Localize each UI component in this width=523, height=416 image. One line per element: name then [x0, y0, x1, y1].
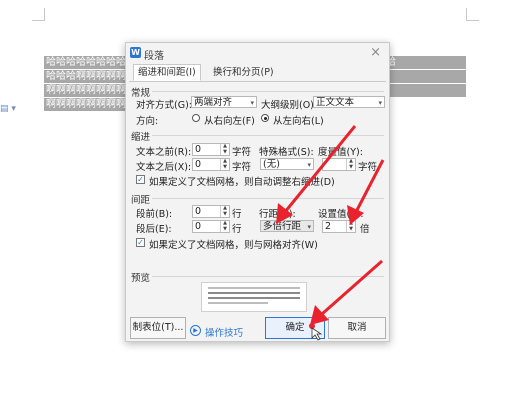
spacing-before-unit[interactable]: 行	[232, 206, 242, 220]
outline-level-label: 大纲级别(O):	[261, 100, 318, 111]
section-indent: 缩进	[131, 132, 151, 143]
stepper-arrows-icon[interactable]: ▲ ▼	[346, 220, 355, 232]
tab-line-page-breaks[interactable]: 换行和分页(P)	[209, 65, 278, 80]
wps-writer-icon: W	[130, 47, 141, 58]
section-spacing: 间距	[131, 195, 151, 206]
page-corner-top-right	[466, 8, 479, 21]
tab-stops-button[interactable]: 制表位(T)...	[130, 317, 186, 339]
set-value-label: 设置值(A):	[318, 209, 364, 220]
set-value-stepper[interactable]: 2 ▲ ▼	[322, 220, 356, 233]
chevron-down-icon: ▾	[378, 99, 382, 107]
indent-after-stepper[interactable]: 0 ▲ ▼	[192, 158, 230, 171]
snap-to-grid-label[interactable]: 如果定义了文档网格，则与网格对齐(W)	[149, 237, 318, 251]
page-corner-top-left	[32, 8, 45, 21]
spacing-before-label: 段前(B):	[136, 209, 173, 220]
special-format-value: (无)	[263, 159, 280, 170]
preview-line	[208, 297, 300, 299]
close-icon[interactable]: ×	[370, 45, 381, 60]
set-value-value: 2	[325, 221, 332, 232]
preview-line	[208, 292, 300, 294]
spacing-before-value: 0	[195, 206, 202, 217]
divider	[152, 135, 384, 136]
indent-after-unit[interactable]: 字符	[232, 159, 251, 173]
spacing-after-unit[interactable]: 行	[232, 221, 242, 235]
tab-bar: 缩进和间距(I) 换行和分页(P)	[129, 64, 386, 82]
indent-before-unit[interactable]: 字符	[232, 144, 251, 158]
set-value-unit: 倍	[360, 224, 370, 235]
measure-stepper[interactable]: ▲ ▼	[322, 158, 356, 171]
line-spacing-value: 多倍行距	[263, 221, 302, 232]
divider	[152, 276, 384, 277]
alignment-select[interactable]: 两端对齐 ▾	[191, 96, 257, 108]
stepper-arrows-icon[interactable]: ▲ ▼	[220, 143, 229, 155]
direction-label: 方向:	[136, 116, 159, 127]
spacing-after-stepper[interactable]: 0 ▲ ▼	[192, 220, 230, 233]
spacing-before-stepper[interactable]: 0 ▲ ▼	[192, 205, 230, 218]
stepper-arrows-icon[interactable]: ▲ ▼	[220, 158, 229, 170]
divider	[152, 198, 384, 199]
indent-after-value: 0	[195, 159, 202, 170]
measure-label: 度量值(Y):	[318, 147, 363, 158]
cancel-button[interactable]: 取消	[328, 317, 386, 339]
ltr-label[interactable]: 从左向右(L)	[273, 113, 324, 127]
spacing-after-value: 0	[195, 221, 202, 232]
line-spacing-label: 行距(N):	[259, 209, 296, 220]
outline-level-value: 正文文本	[316, 97, 355, 108]
spacing-after-label: 段后(E):	[136, 224, 172, 235]
divider	[152, 91, 384, 92]
dialog-title: 段落	[144, 51, 164, 62]
document-line: 啊啊啊啊啊啊啊啊啊啊啊啊啊啊啊啊啊啊啊啊啊啊啊啊啊啊啊啊啊啊啊啊啊啊	[44, 98, 128, 111]
snap-to-grid-checkbox[interactable]: ✓	[136, 238, 145, 247]
dialog-titlebar[interactable]: W 段落 ×	[126, 43, 389, 63]
indent-before-stepper[interactable]: 0 ▲ ▼	[192, 143, 230, 156]
play-icon[interactable]: ▶	[190, 325, 201, 336]
line-spacing-select[interactable]: 多倍行距 ▾	[260, 220, 314, 232]
chevron-down-icon: ▾	[307, 161, 311, 169]
alignment-label: 对齐方式(G):	[136, 100, 192, 111]
chevron-down-icon: ▾	[307, 223, 311, 231]
tab-indent-spacing[interactable]: 缩进和间距(I)	[133, 64, 201, 81]
stepper-arrows-icon[interactable]: ▲ ▼	[220, 220, 229, 232]
ok-button[interactable]: 确定	[265, 317, 325, 339]
indent-before-value: 0	[195, 144, 202, 155]
preview-line	[208, 302, 268, 304]
ltr-radio[interactable]	[261, 114, 269, 122]
section-preview: 预览	[131, 273, 151, 284]
alignment-value: 两端对齐	[194, 97, 233, 108]
outline-level-select[interactable]: 正文文本 ▾	[313, 96, 385, 108]
rtl-label[interactable]: 从右向左(F)	[204, 113, 255, 127]
indent-after-label: 文本之后(X):	[136, 162, 192, 173]
paragraph-preview	[201, 282, 307, 312]
stepper-arrows-icon[interactable]: ▲ ▼	[220, 205, 229, 217]
paragraph-marker-icon: ▤ ▾	[0, 104, 16, 114]
stepper-arrows-icon[interactable]: ▲ ▼	[346, 158, 355, 170]
chevron-down-icon: ▾	[250, 99, 254, 107]
auto-right-indent-checkbox[interactable]: ✓	[136, 175, 145, 184]
tips-link[interactable]: 操作技巧	[205, 325, 243, 339]
preview-line	[208, 287, 300, 289]
rtl-radio[interactable]	[192, 114, 200, 122]
special-format-select[interactable]: (无) ▾	[260, 158, 314, 170]
auto-right-indent-label[interactable]: 如果定义了文档网格，则自动调整右缩进(D)	[149, 174, 335, 188]
measure-unit[interactable]: 字符	[358, 159, 377, 173]
paragraph-dialog: W 段落 × 缩进和间距(I) 换行和分页(P) 常规 对齐方式(G): 两端对…	[125, 42, 390, 342]
special-format-label: 特殊格式(S):	[259, 147, 314, 158]
indent-before-label: 文本之前(R):	[136, 147, 192, 158]
